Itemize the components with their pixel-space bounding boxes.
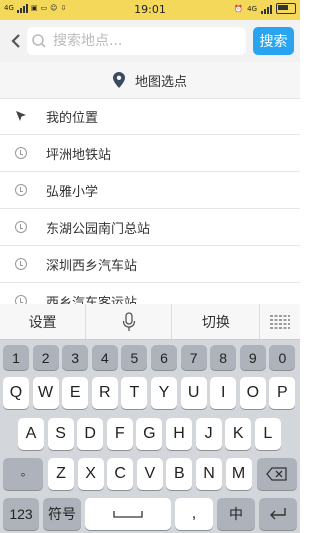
key-k[interactable]: K [225, 418, 252, 450]
key-h[interactable]: H [166, 418, 192, 450]
network-right-label: 4G [247, 4, 257, 13]
key-0[interactable]: 0 [269, 345, 296, 370]
key-m[interactable]: M [225, 458, 252, 490]
key-i[interactable]: I [210, 377, 237, 409]
chevron-left-icon [11, 34, 20, 48]
key-7[interactable]: 7 [180, 345, 207, 370]
list-item-label: 坪洲地铁站 [46, 147, 112, 163]
search-icon [32, 34, 46, 48]
key-8[interactable]: 8 [210, 345, 237, 370]
key-4[interactable]: 4 [91, 345, 118, 370]
key-x[interactable]: X [77, 458, 104, 490]
space-icon [113, 511, 143, 518]
location-arrow-icon [14, 109, 28, 123]
search-input[interactable] [51, 32, 245, 50]
enter-icon [270, 508, 286, 520]
key-d[interactable]: D [77, 418, 104, 450]
list-item-label: 弘雅小学 [46, 184, 99, 200]
keyboard-menu-button[interactable] [260, 304, 300, 339]
space-key[interactable] [85, 498, 171, 530]
map-select-label: 地图选点 [134, 74, 187, 90]
list-item[interactable]: 东湖公园南门总站 [0, 209, 300, 246]
search-button[interactable]: 搜索 [253, 27, 294, 55]
key-s[interactable]: S [47, 418, 74, 450]
key-e[interactable]: E [62, 377, 89, 409]
list-item[interactable]: 深圳西乡汽车站 [0, 246, 300, 283]
back-button[interactable] [8, 29, 24, 53]
voice-input-button[interactable] [86, 304, 173, 339]
key-f[interactable]: F [106, 418, 133, 450]
key-2[interactable]: 2 [32, 345, 59, 370]
key-1[interactable]: 1 [3, 345, 29, 370]
keyboard-toolbar: 设置 切换 [0, 304, 300, 340]
list-item[interactable]: 弘雅小学 [0, 172, 300, 209]
key-r[interactable]: R [91, 377, 118, 409]
key-n[interactable]: N [196, 458, 222, 490]
list-item-label: 我的位置 [46, 110, 99, 126]
search-header: 搜索 [0, 20, 300, 63]
location-list: 我的位置 坪洲地铁站 弘雅小学 东湖公园南门总站 深圳西乡汽车站 西乡汽车客运站 [0, 98, 300, 320]
key-o[interactable]: O [239, 377, 266, 409]
key-123[interactable]: 123 [3, 498, 39, 530]
search-box[interactable] [27, 27, 246, 55]
clock-icon [15, 147, 27, 159]
list-item-my-location[interactable]: 我的位置 [0, 98, 300, 135]
menu-icon [270, 314, 291, 329]
list-item-label: 东湖公园南门总站 [46, 221, 151, 237]
key-5[interactable]: 5 [121, 345, 148, 370]
key-b[interactable]: B [166, 458, 193, 490]
key-j[interactable]: J [195, 418, 222, 450]
language-key[interactable]: 中 [217, 498, 255, 530]
keyboard-switch-button[interactable]: 切换 [172, 304, 261, 339]
list-item[interactable]: 坪洲地铁站 [0, 135, 300, 172]
keyboard: 设置 切换 1234567890 QWERTYUIOP ASDFGHJKL ZX… [0, 304, 300, 533]
enter-key[interactable] [259, 498, 297, 530]
symbol-key[interactable]: ◦ [3, 458, 43, 490]
map-pin-icon [112, 72, 125, 88]
key-t[interactable]: T [121, 377, 148, 409]
microphone-icon [122, 311, 135, 331]
key-l[interactable]: L [254, 418, 281, 450]
battery-icon [276, 3, 296, 14]
key-v[interactable]: V [136, 458, 163, 490]
key-3[interactable]: 3 [62, 345, 89, 370]
key-a[interactable]: A [18, 418, 44, 450]
status-right: ⏰ 4G [234, 3, 296, 14]
signal-right-icon [261, 4, 272, 14]
key-u[interactable]: U [180, 377, 207, 409]
key-9[interactable]: 9 [239, 345, 266, 370]
list-item-label: 深圳西乡汽车站 [46, 258, 138, 274]
comma-key[interactable]: , [175, 498, 213, 530]
alarm-icon: ⏰ [234, 4, 244, 13]
clock-icon [15, 221, 27, 233]
key-g[interactable]: G [136, 418, 163, 450]
symbols-key[interactable]: 符号 [43, 498, 81, 530]
keyboard-settings-button[interactable]: 设置 [0, 304, 87, 339]
status-bar: 4G ▣ ▭ ☺ ⇩ 19:01 ⏰ 4G [0, 0, 300, 20]
map-select-row[interactable]: 地图选点 [0, 62, 300, 99]
backspace-key[interactable] [257, 458, 297, 490]
clock-icon [15, 258, 27, 270]
key-6[interactable]: 6 [151, 345, 177, 370]
key-w[interactable]: W [32, 377, 59, 409]
key-y[interactable]: Y [151, 377, 177, 409]
key-q[interactable]: Q [3, 377, 29, 409]
key-z[interactable]: Z [48, 458, 74, 490]
backspace-icon [266, 467, 287, 481]
clock-icon [15, 184, 27, 196]
key-p[interactable]: P [269, 377, 296, 409]
key-c[interactable]: C [107, 458, 134, 490]
